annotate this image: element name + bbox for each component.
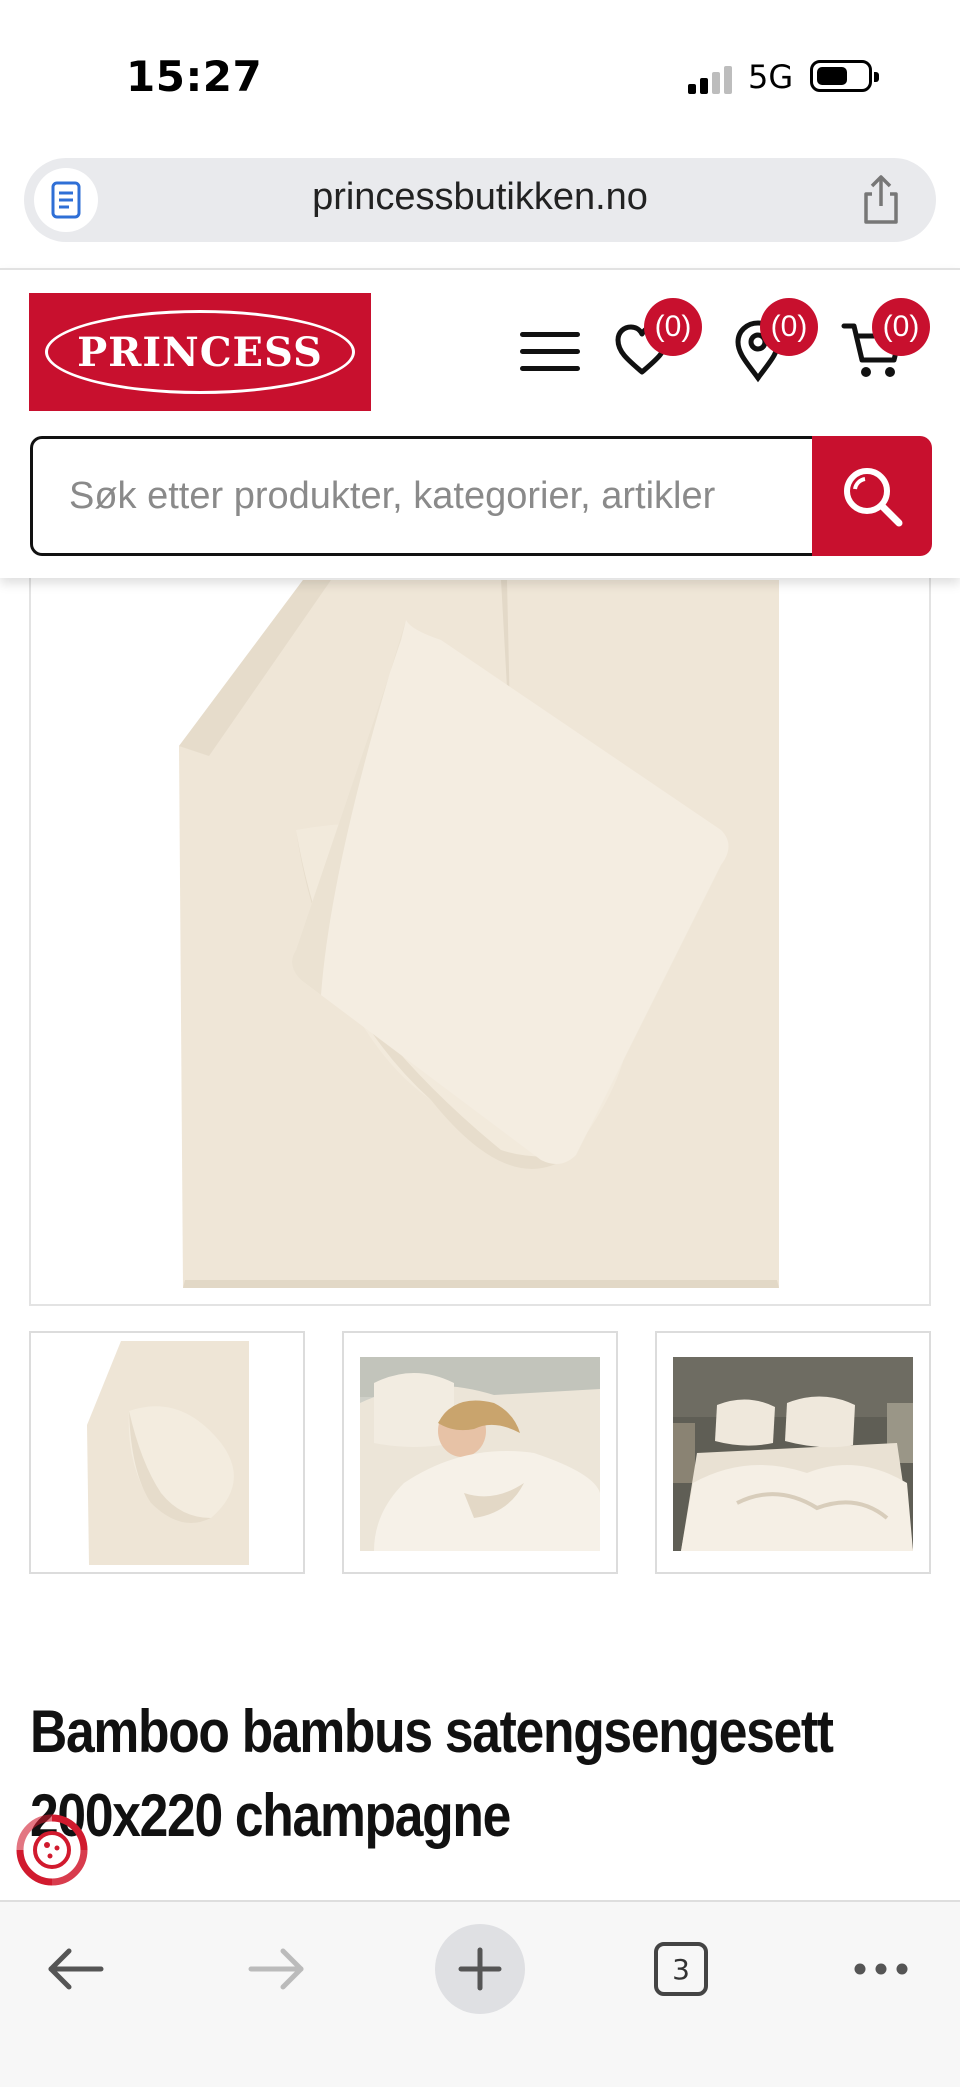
wishlist-button[interactable]: (0) xyxy=(610,298,702,388)
share-icon[interactable] xyxy=(856,174,906,226)
hamburger-menu-icon[interactable] xyxy=(520,330,580,374)
product-thumbnail-2[interactable] xyxy=(342,1331,618,1574)
status-time: 15:27 xyxy=(126,52,263,101)
status-bar: 15:27 5G xyxy=(0,0,960,150)
search-input[interactable] xyxy=(30,436,816,556)
stores-count-badge: (0) xyxy=(760,298,818,356)
product-thumbnail-1[interactable] xyxy=(29,1331,305,1574)
stores-button[interactable]: (0) xyxy=(726,298,818,388)
plus-icon xyxy=(458,1947,502,1991)
product-title: Bamboo bambus satengsengesett 200x220 ch… xyxy=(30,1698,834,1849)
princess-logo[interactable]: PRINCESS xyxy=(29,293,371,411)
cellular-signal-icon xyxy=(688,64,736,94)
site-header: PRINCESS (0) (0) (0) xyxy=(0,268,960,578)
more-options-icon[interactable] xyxy=(836,1924,926,2014)
search-bar xyxy=(30,436,932,556)
back-arrow-icon[interactable] xyxy=(30,1924,120,2014)
network-type: 5G xyxy=(748,58,794,96)
search-icon xyxy=(844,468,903,527)
url-text[interactable]: princessbutikken.no xyxy=(24,176,936,219)
tab-count: 3 xyxy=(654,1942,708,1996)
search-button[interactable] xyxy=(812,436,932,556)
battery-icon xyxy=(810,60,879,92)
forward-arrow-icon[interactable] xyxy=(232,1924,322,2014)
cart-button[interactable]: (0) xyxy=(840,298,930,388)
product-main-image[interactable] xyxy=(29,560,931,1306)
browser-toolbar: 3 xyxy=(0,1900,960,2087)
cart-count-badge: (0) xyxy=(872,298,930,356)
address-bar[interactable]: princessbutikken.no xyxy=(24,158,936,242)
product-thumbnail-3[interactable] xyxy=(655,1331,931,1574)
wishlist-count-badge: (0) xyxy=(644,298,702,356)
logo-text: PRINCESS xyxy=(77,328,323,376)
tabs-button[interactable]: 3 xyxy=(636,1924,726,2014)
new-tab-button[interactable] xyxy=(435,1924,525,2014)
cookie-settings-icon[interactable] xyxy=(14,1812,90,1888)
